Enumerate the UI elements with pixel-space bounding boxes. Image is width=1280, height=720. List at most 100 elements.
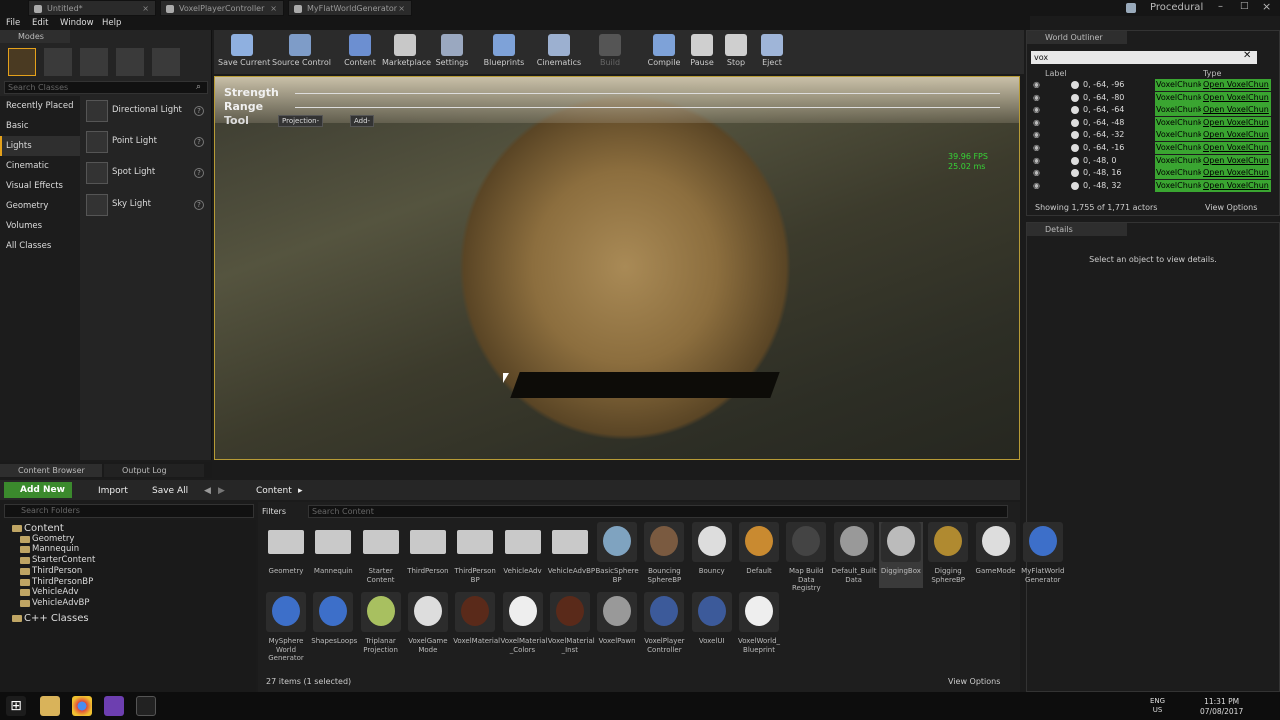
geometry-mode-icon[interactable] bbox=[152, 48, 180, 76]
asset-tile[interactable]: VoxelWorld_ Blueprint bbox=[737, 592, 781, 658]
asset-tile[interactable]: VoxelPlayer Controller bbox=[642, 592, 686, 658]
asset-tile[interactable]: ThirdPerson BP bbox=[453, 522, 497, 588]
content-view-options[interactable]: View Options bbox=[948, 677, 1000, 686]
import-button[interactable]: Import bbox=[98, 483, 128, 499]
outliner-row[interactable]: ◉ 0, -48, 32 VoxelChunk Open VoxelChun bbox=[1027, 179, 1280, 193]
output-log-tab[interactable]: Output Log bbox=[104, 464, 204, 477]
folder-tree-item[interactable]: ThirdPersonBP bbox=[12, 577, 93, 588]
tab-my-flat-world-generator[interactable]: MyFlatWorldGenerator × bbox=[288, 0, 412, 16]
category-cinematic[interactable]: Cinematic bbox=[0, 156, 80, 176]
outliner-row[interactable]: ◉ 0, -48, 16 VoxelChunk Open VoxelChun bbox=[1027, 167, 1280, 180]
eject-button[interactable]: Eject bbox=[758, 30, 786, 74]
asset-tile[interactable]: VoxelUI bbox=[690, 592, 734, 658]
category-volumes[interactable]: Volumes bbox=[0, 216, 80, 236]
folder-tree-item[interactable]: Geometry bbox=[12, 534, 74, 545]
folder-tree-item[interactable]: VehicleAdv bbox=[12, 587, 79, 598]
category-all-classes[interactable]: All Classes bbox=[0, 236, 80, 256]
breadcrumb-arrow-icon[interactable]: ▸ bbox=[298, 483, 303, 499]
save-all-button[interactable]: Save All bbox=[152, 483, 188, 499]
foliage-mode-icon[interactable] bbox=[116, 48, 144, 76]
asset-tile[interactable]: Triplanar Projection bbox=[359, 592, 403, 658]
outliner-row[interactable]: ◉ 0, -64, -48 VoxelChunk Open VoxelChun bbox=[1027, 116, 1280, 130]
save-current-button[interactable]: Save Current bbox=[218, 30, 270, 74]
category-geometry[interactable]: Geometry bbox=[0, 196, 80, 216]
build-button[interactable]: Build bbox=[594, 30, 626, 74]
asset-tile[interactable]: VoxelMaterial bbox=[453, 592, 500, 658]
projection-button[interactable]: Projection- bbox=[278, 115, 324, 127]
folder-tree-item[interactable]: Mannequin bbox=[12, 544, 79, 555]
breadcrumb-content[interactable]: Content bbox=[256, 483, 292, 499]
asset-tile[interactable]: Default_Built Data bbox=[832, 522, 877, 588]
back-arrow-icon[interactable]: ◀ bbox=[204, 483, 211, 499]
search-content-input[interactable]: Search Content bbox=[308, 505, 1008, 518]
visibility-eye-icon[interactable]: ◉ bbox=[1033, 129, 1040, 141]
close-icon[interactable]: × bbox=[270, 1, 277, 17]
directional-light-item[interactable]: Directional Light? bbox=[84, 98, 208, 126]
search-folders-input[interactable]: Search Folders bbox=[4, 504, 254, 518]
asset-tile[interactable]: Starter Content bbox=[359, 522, 403, 588]
category-recently-placed[interactable]: Recently Placed bbox=[0, 96, 80, 116]
windows-start-icon[interactable]: ⊞ bbox=[6, 696, 26, 716]
visibility-eye-icon[interactable]: ◉ bbox=[1033, 104, 1040, 116]
minimize-button[interactable]: – bbox=[1218, 1, 1223, 12]
asset-tile[interactable]: ThirdPerson bbox=[406, 522, 450, 588]
settings-button[interactable]: Settings bbox=[434, 30, 470, 74]
outliner-row[interactable]: ◉ 0, -64, -32 VoxelChunk Open VoxelChun bbox=[1027, 129, 1280, 142]
help-icon[interactable]: ? bbox=[194, 106, 204, 116]
asset-tile[interactable]: VoxelMaterial _Inst bbox=[548, 592, 595, 658]
asset-tile[interactable]: MyFlatWorld Generator bbox=[1021, 522, 1065, 588]
file-explorer-icon[interactable] bbox=[40, 696, 60, 716]
asset-tile[interactable]: Digging SphereBP bbox=[926, 522, 970, 588]
tab-voxel-player-controller[interactable]: VoxelPlayerController × bbox=[160, 0, 284, 16]
category-basic[interactable]: Basic bbox=[0, 116, 80, 136]
add-button[interactable]: Add- bbox=[350, 115, 375, 127]
asset-tile[interactable]: Bouncy bbox=[690, 522, 734, 588]
menu-window[interactable]: Window bbox=[60, 16, 94, 30]
chrome-icon[interactable] bbox=[72, 696, 92, 716]
range-slider[interactable] bbox=[295, 107, 1000, 108]
folder-tree-item[interactable]: ThirdPerson bbox=[12, 566, 82, 577]
folder-tree-item[interactable]: StarterContent bbox=[12, 555, 95, 566]
add-new-button[interactable]: Add New bbox=[4, 482, 72, 498]
visibility-eye-icon[interactable]: ◉ bbox=[1033, 167, 1040, 179]
marketplace-button[interactable]: Marketplace bbox=[382, 30, 431, 74]
spot-light-item[interactable]: Spot Light? bbox=[84, 160, 208, 188]
asset-tile[interactable]: VoxelGame Mode bbox=[406, 592, 450, 658]
visibility-eye-icon[interactable]: ◉ bbox=[1033, 117, 1040, 129]
place-mode-icon[interactable] bbox=[8, 48, 36, 76]
asset-tile[interactable]: Geometry bbox=[264, 522, 308, 588]
close-icon[interactable]: × bbox=[398, 1, 405, 17]
asset-tile[interactable]: Bouncing SphereBP bbox=[642, 522, 686, 588]
folder-tree-item[interactable]: VehicleAdvBP bbox=[12, 598, 89, 609]
asset-tile[interactable]: VehicleAdvBP bbox=[548, 522, 595, 588]
search-classes-input[interactable]: Search Classes bbox=[4, 81, 208, 94]
maximize-button[interactable]: □ bbox=[1240, 1, 1249, 11]
label-column-header[interactable]: Label bbox=[1045, 69, 1067, 78]
outliner-search-input[interactable]: vox bbox=[1031, 51, 1257, 64]
asset-tile[interactable]: Mannequin bbox=[311, 522, 355, 588]
outliner-row[interactable]: ◉ 0, -64, -64 VoxelChunk Open VoxelChun bbox=[1027, 104, 1280, 117]
asset-tile[interactable]: VoxelMaterial _Colors bbox=[501, 592, 547, 658]
asset-tile[interactable]: BasicSphere BP bbox=[595, 522, 639, 588]
level-viewport[interactable]: Strength Range Tool Projection- Add- bbox=[214, 76, 1020, 460]
asset-tile[interactable]: VoxelPawn bbox=[595, 592, 639, 658]
asset-tile[interactable]: DiggingBox bbox=[878, 522, 923, 588]
help-icon[interactable]: ? bbox=[194, 168, 204, 178]
menu-file[interactable]: File bbox=[6, 16, 20, 30]
outliner-row[interactable]: ◉ 0, -64, -80 VoxelChunk Open VoxelChun bbox=[1027, 91, 1280, 105]
point-light-item[interactable]: Point Light? bbox=[84, 129, 208, 157]
source-control-button[interactable]: Source Control bbox=[272, 30, 331, 74]
compile-button[interactable]: Compile bbox=[646, 30, 682, 74]
notification-icon[interactable] bbox=[1126, 3, 1136, 13]
world-outliner-tab[interactable]: World Outliner bbox=[1027, 31, 1127, 44]
asset-tile[interactable]: Default bbox=[737, 522, 781, 588]
visibility-eye-icon[interactable]: ◉ bbox=[1033, 142, 1040, 154]
forward-arrow-icon[interactable]: ▶ bbox=[218, 483, 225, 499]
help-icon[interactable]: ? bbox=[194, 137, 204, 147]
clock[interactable]: 11:31 PM 07/08/2017 bbox=[1200, 697, 1243, 717]
category-lights[interactable]: Lights bbox=[0, 136, 80, 156]
sky-light-item[interactable]: Sky Light? bbox=[84, 192, 208, 220]
outliner-row[interactable]: ◉ 0, -64, -96 VoxelChunk Open VoxelChun bbox=[1027, 79, 1280, 92]
pause-button[interactable]: Pause bbox=[688, 30, 716, 74]
language-indicator[interactable]: ENG US bbox=[1150, 697, 1165, 715]
